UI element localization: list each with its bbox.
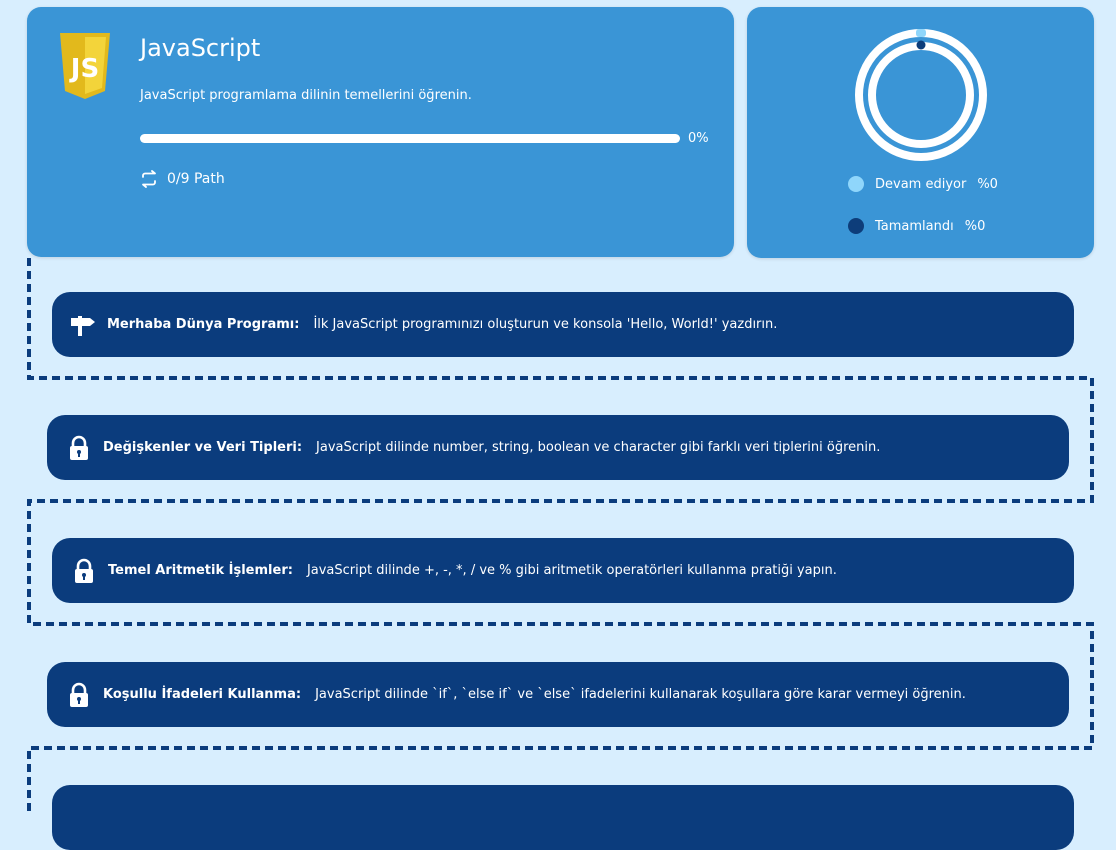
legend-completed-value: %0 xyxy=(964,218,986,234)
donut-outer-ring xyxy=(855,29,987,161)
legend-completed-dot xyxy=(848,218,864,234)
course-card[interactable]: JS JavaScript JavaScript programlama dil… xyxy=(27,7,734,257)
step-description: JavaScript dilinde `if`, `else if` ve `e… xyxy=(315,687,966,702)
course-progress-label: 0% xyxy=(688,131,709,146)
step-arithmetic[interactable]: Temel Aritmetik İşlemler: JavaScript dil… xyxy=(52,538,1074,603)
step-title: Koşullu İfadeleri Kullanma: xyxy=(103,687,302,702)
legend-ongoing-dot xyxy=(848,176,864,192)
donut-ongoing-marker xyxy=(916,29,926,37)
legend-completed: Tamamlandı %0 xyxy=(848,218,985,234)
step-conditionals[interactable]: Koşullu İfadeleri Kullanma: JavaScript d… xyxy=(47,662,1069,727)
progress-donut-chart xyxy=(855,29,987,161)
progress-stats-card: Devam ediyor %0 Tamamlandı %0 xyxy=(747,7,1094,258)
step-description: JavaScript dilinde number, string, boole… xyxy=(316,440,881,455)
legend-ongoing-label: Devam ediyor xyxy=(875,176,967,192)
step-title: Merhaba Dünya Programı: xyxy=(107,317,300,332)
signpost-icon xyxy=(69,311,97,339)
lock-icon xyxy=(65,434,93,462)
step-description: JavaScript dilinde +, -, *, / ve % gibi … xyxy=(306,563,837,578)
step-hello-world[interactable]: Merhaba Dünya Programı: İlk JavaScript p… xyxy=(52,292,1074,357)
legend-completed-label: Tamamlandı xyxy=(875,218,954,234)
legend-ongoing: Devam ediyor %0 xyxy=(848,176,998,192)
step-variables-types[interactable]: Değişkenler ve Veri Tipleri: JavaScript … xyxy=(47,415,1069,480)
logo-text: JS xyxy=(69,54,99,84)
javascript-logo-icon: JS xyxy=(60,33,110,99)
step-title: Temel Aritmetik İşlemler: xyxy=(108,563,293,578)
course-progress-bar xyxy=(140,134,680,143)
legend-ongoing-value: %0 xyxy=(977,176,998,192)
step-description: İlk JavaScript programınızı oluşturun ve… xyxy=(313,317,778,332)
lock-icon xyxy=(70,557,98,585)
donut-completed-marker xyxy=(916,40,926,50)
step-title: Değişkenler ve Veri Tipleri: xyxy=(103,440,303,455)
path-count: 0/9 Path xyxy=(140,170,225,188)
donut-inner-ring xyxy=(868,42,974,148)
lock-icon xyxy=(65,681,93,709)
step-next-partial[interactable] xyxy=(52,785,1074,850)
course-title: JavaScript xyxy=(140,34,261,62)
path-count-label: 0/9 Path xyxy=(167,171,225,187)
course-description: JavaScript programlama dilinin temelleri… xyxy=(140,88,472,103)
repeat-arrows-icon xyxy=(142,170,156,188)
